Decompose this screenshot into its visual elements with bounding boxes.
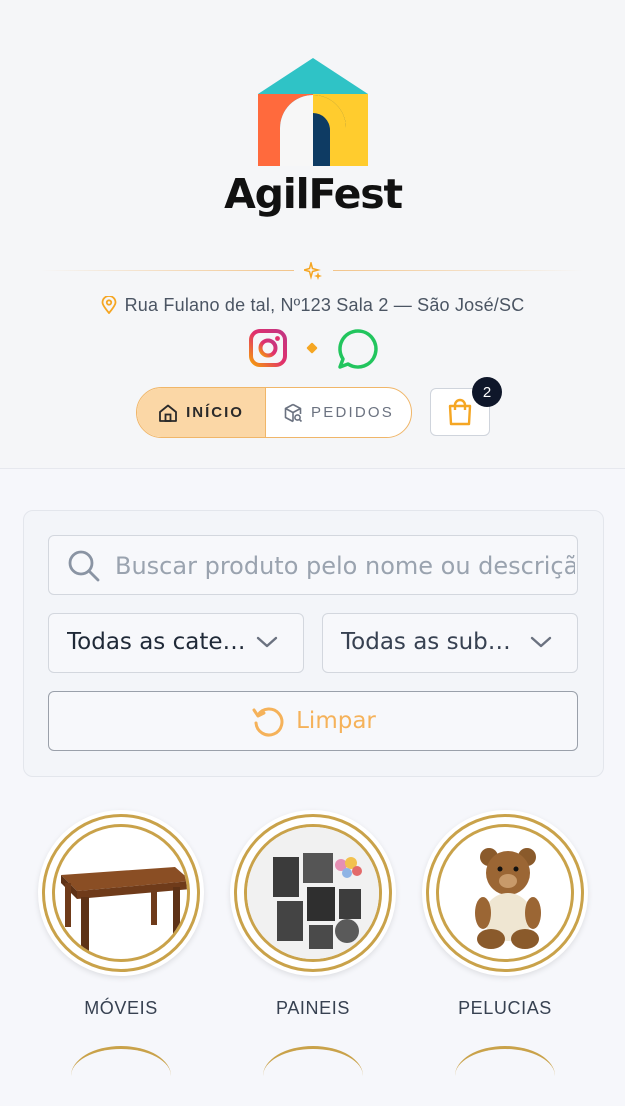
category-label: MÓVEIS	[84, 998, 158, 1018]
search-box[interactable]	[48, 535, 578, 595]
brand-logo[interactable]: AgilFest	[222, 58, 404, 218]
address: Rua Fulano de tal, Nº123 Sala 2 — São Jo…	[0, 295, 625, 316]
clear-filters-label: Limpar	[296, 708, 376, 734]
separator-dot	[306, 342, 318, 354]
category-card-moveis[interactable]: MÓVEIS	[36, 810, 206, 1019]
category-image-frame	[38, 810, 204, 976]
shopping-bag-icon	[448, 398, 472, 426]
category-image-frame	[422, 810, 588, 976]
chevron-down-icon	[256, 636, 278, 648]
category-select-value: Todas as categorias	[67, 629, 247, 655]
location-pin-icon	[101, 296, 116, 314]
category-image-frame	[230, 810, 396, 976]
divider	[40, 270, 294, 271]
nav-home-button[interactable]: INÍCIO	[137, 388, 266, 437]
home-icon	[159, 404, 177, 422]
clear-filters-button[interactable]: Limpar	[48, 691, 578, 751]
instagram-icon[interactable]	[248, 328, 288, 368]
cart-count-badge: 2	[472, 377, 502, 407]
house-logo-icon	[258, 58, 368, 166]
category-card-paineis[interactable]: PAINEIS	[228, 810, 398, 1019]
reset-icon	[252, 707, 284, 737]
search-input[interactable]	[113, 536, 577, 594]
divider	[333, 270, 583, 271]
search-icon	[68, 550, 100, 582]
teddy-bear-icon	[475, 848, 541, 949]
nav-home-label: INÍCIO	[186, 404, 244, 421]
table-icon	[61, 867, 187, 953]
address-text: Rua Fulano de tal, Nº123 Sala 2 — São Jo…	[124, 295, 525, 315]
category-card-partial[interactable]	[455, 1046, 555, 1106]
package-search-icon	[284, 403, 303, 422]
sparkle-icon	[304, 262, 322, 280]
whatsapp-icon[interactable]	[337, 328, 379, 370]
panels-icon	[247, 827, 379, 959]
subcategory-select-value: Todas as subcategorias	[341, 629, 521, 655]
chevron-down-icon	[530, 636, 552, 648]
category-card-partial[interactable]	[71, 1046, 171, 1106]
nav-orders-button[interactable]: PEDIDOS	[266, 388, 411, 437]
category-select[interactable]: Todas as categorias	[48, 613, 304, 673]
nav-orders-label: PEDIDOS	[311, 404, 394, 421]
nav-tabs: INÍCIO PEDIDOS	[136, 387, 412, 438]
category-card-pelucias[interactable]: PELUCIAS	[420, 810, 590, 1019]
category-card-partial[interactable]	[263, 1046, 363, 1106]
category-label: PELUCIAS	[458, 998, 552, 1018]
subcategory-select[interactable]: Todas as subcategorias	[322, 613, 578, 673]
category-label: PAINEIS	[276, 998, 350, 1018]
brand-name: AgilFest	[224, 170, 403, 218]
header: AgilFest Rua Fulano de tal, Nº123 Sala 2…	[0, 0, 625, 469]
